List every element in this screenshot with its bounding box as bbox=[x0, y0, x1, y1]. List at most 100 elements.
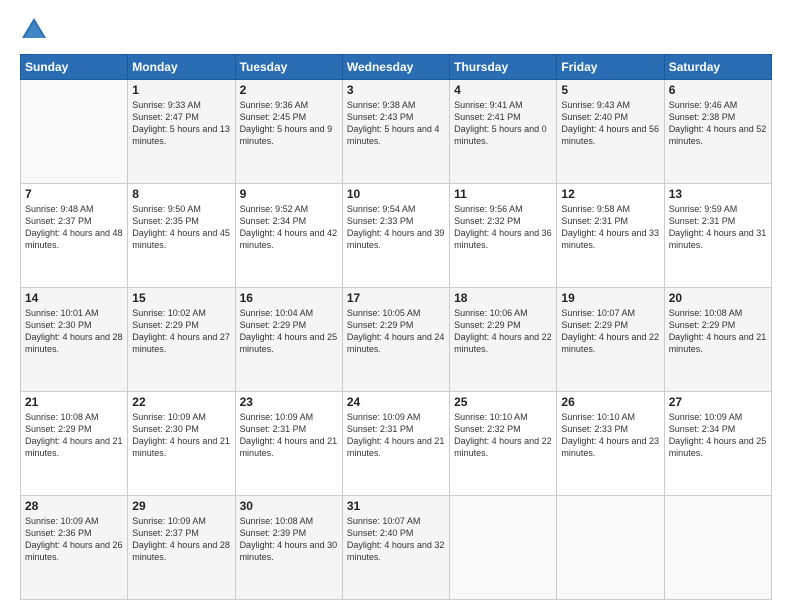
day-number: 18 bbox=[454, 291, 552, 305]
day-info: Sunrise: 10:05 AMSunset: 2:29 PMDaylight… bbox=[347, 307, 445, 356]
calendar-cell: 7 Sunrise: 9:48 AMSunset: 2:37 PMDaylight… bbox=[21, 184, 128, 288]
calendar-cell: 3 Sunrise: 9:38 AMSunset: 2:43 PMDaylight… bbox=[342, 80, 449, 184]
calendar-cell: 11Sunrise: 9:56 AMSunset: 2:32 PMDayligh… bbox=[450, 184, 557, 288]
day-info: Sunrise: 10:07 AMSunset: 2:29 PMDaylight… bbox=[561, 307, 659, 356]
day-info: Sunrise: 10:09 AMSunset: 2:36 PMDaylight… bbox=[25, 515, 123, 564]
week-row-4: 21 Sunrise: 10:08 AMSunset: 2:29 PMDaylig… bbox=[21, 392, 772, 496]
day-number: 30 bbox=[240, 499, 338, 513]
header bbox=[20, 16, 772, 44]
calendar-cell: 15 Sunrise: 10:02 AMSunset: 2:29 PMDaylig… bbox=[128, 288, 235, 392]
calendar-cell: 30 Sunrise: 10:08 AMSunset: 2:39 PMDaylig… bbox=[235, 496, 342, 600]
day-number: 23 bbox=[240, 395, 338, 409]
day-number: 19 bbox=[561, 291, 659, 305]
day-number: 7 bbox=[25, 187, 123, 201]
calendar-cell bbox=[450, 496, 557, 600]
day-info: Sunrise: 9:58 AMSunset: 2:31 PMDaylight:… bbox=[561, 203, 659, 252]
week-row-5: 28 Sunrise: 10:09 AMSunset: 2:36 PMDaylig… bbox=[21, 496, 772, 600]
day-info: Sunrise: 9:43 AMSunset: 2:40 PMDaylight:… bbox=[561, 99, 659, 148]
day-number: 25 bbox=[454, 395, 552, 409]
weekday-header-row: SundayMondayTuesdayWednesdayThursdayFrid… bbox=[21, 55, 772, 80]
calendar-table: SundayMondayTuesdayWednesdayThursdayFrid… bbox=[20, 54, 772, 600]
day-number: 2 bbox=[240, 83, 338, 97]
day-info: Sunrise: 10:09 AMSunset: 2:37 PMDaylight… bbox=[132, 515, 230, 564]
week-row-3: 14Sunrise: 10:01 AMSunset: 2:30 PMDaylig… bbox=[21, 288, 772, 392]
calendar-cell: 14Sunrise: 10:01 AMSunset: 2:30 PMDaylig… bbox=[21, 288, 128, 392]
week-row-1: 1 Sunrise: 9:33 AMSunset: 2:47 PMDaylight… bbox=[21, 80, 772, 184]
calendar-cell: 19 Sunrise: 10:07 AMSunset: 2:29 PMDaylig… bbox=[557, 288, 664, 392]
calendar-cell: 25Sunrise: 10:10 AMSunset: 2:32 PMDaylig… bbox=[450, 392, 557, 496]
day-info: Sunrise: 9:46 AMSunset: 2:38 PMDaylight:… bbox=[669, 99, 767, 148]
day-number: 4 bbox=[454, 83, 552, 97]
weekday-header-sunday: Sunday bbox=[21, 55, 128, 80]
day-number: 27 bbox=[669, 395, 767, 409]
calendar-cell bbox=[557, 496, 664, 600]
day-number: 17 bbox=[347, 291, 445, 305]
day-number: 21 bbox=[25, 395, 123, 409]
day-number: 12 bbox=[561, 187, 659, 201]
day-number: 1 bbox=[132, 83, 230, 97]
weekday-header-tuesday: Tuesday bbox=[235, 55, 342, 80]
day-info: Sunrise: 9:41 AMSunset: 2:41 PMDaylight:… bbox=[454, 99, 552, 148]
day-info: Sunrise: 10:04 AMSunset: 2:29 PMDaylight… bbox=[240, 307, 338, 356]
day-info: Sunrise: 10:09 AMSunset: 2:31 PMDaylight… bbox=[347, 411, 445, 460]
week-row-2: 7 Sunrise: 9:48 AMSunset: 2:37 PMDaylight… bbox=[21, 184, 772, 288]
day-info: Sunrise: 10:10 AMSunset: 2:33 PMDaylight… bbox=[561, 411, 659, 460]
day-number: 6 bbox=[669, 83, 767, 97]
calendar-cell bbox=[21, 80, 128, 184]
calendar-cell: 6 Sunrise: 9:46 AMSunset: 2:38 PMDaylight… bbox=[664, 80, 771, 184]
calendar-cell: 5Sunrise: 9:43 AMSunset: 2:40 PMDaylight… bbox=[557, 80, 664, 184]
weekday-header-friday: Friday bbox=[557, 55, 664, 80]
day-number: 31 bbox=[347, 499, 445, 513]
day-number: 13 bbox=[669, 187, 767, 201]
calendar-cell: 10Sunrise: 9:54 AMSunset: 2:33 PMDayligh… bbox=[342, 184, 449, 288]
day-number: 16 bbox=[240, 291, 338, 305]
day-number: 26 bbox=[561, 395, 659, 409]
day-info: Sunrise: 10:08 AMSunset: 2:29 PMDaylight… bbox=[25, 411, 123, 460]
day-info: Sunrise: 9:38 AMSunset: 2:43 PMDaylight:… bbox=[347, 99, 445, 148]
calendar-cell: 23 Sunrise: 10:09 AMSunset: 2:31 PMDaylig… bbox=[235, 392, 342, 496]
weekday-header-saturday: Saturday bbox=[664, 55, 771, 80]
day-info: Sunrise: 10:08 AMSunset: 2:39 PMDaylight… bbox=[240, 515, 338, 564]
day-info: Sunrise: 10:08 AMSunset: 2:29 PMDaylight… bbox=[669, 307, 767, 356]
calendar-cell: 27Sunrise: 10:09 AMSunset: 2:34 PMDaylig… bbox=[664, 392, 771, 496]
day-number: 3 bbox=[347, 83, 445, 97]
logo bbox=[20, 16, 52, 44]
day-number: 11 bbox=[454, 187, 552, 201]
calendar-cell: 1 Sunrise: 9:33 AMSunset: 2:47 PMDaylight… bbox=[128, 80, 235, 184]
calendar-cell: 22 Sunrise: 10:09 AMSunset: 2:30 PMDaylig… bbox=[128, 392, 235, 496]
day-number: 22 bbox=[132, 395, 230, 409]
day-info: Sunrise: 9:59 AMSunset: 2:31 PMDaylight:… bbox=[669, 203, 767, 252]
calendar-cell: 21 Sunrise: 10:08 AMSunset: 2:29 PMDaylig… bbox=[21, 392, 128, 496]
calendar-cell: 2Sunrise: 9:36 AMSunset: 2:45 PMDaylight… bbox=[235, 80, 342, 184]
day-number: 9 bbox=[240, 187, 338, 201]
day-info: Sunrise: 9:50 AMSunset: 2:35 PMDaylight:… bbox=[132, 203, 230, 252]
calendar-cell: 26 Sunrise: 10:10 AMSunset: 2:33 PMDaylig… bbox=[557, 392, 664, 496]
calendar-cell: 20Sunrise: 10:08 AMSunset: 2:29 PMDaylig… bbox=[664, 288, 771, 392]
day-number: 14 bbox=[25, 291, 123, 305]
calendar-cell: 4 Sunrise: 9:41 AMSunset: 2:41 PMDaylight… bbox=[450, 80, 557, 184]
day-info: Sunrise: 9:52 AMSunset: 2:34 PMDaylight:… bbox=[240, 203, 338, 252]
day-number: 8 bbox=[132, 187, 230, 201]
day-number: 29 bbox=[132, 499, 230, 513]
calendar-cell: 13 Sunrise: 9:59 AMSunset: 2:31 PMDayligh… bbox=[664, 184, 771, 288]
calendar-cell: 29 Sunrise: 10:09 AMSunset: 2:37 PMDaylig… bbox=[128, 496, 235, 600]
day-info: Sunrise: 10:09 AMSunset: 2:31 PMDaylight… bbox=[240, 411, 338, 460]
day-info: Sunrise: 10:02 AMSunset: 2:29 PMDaylight… bbox=[132, 307, 230, 356]
day-info: Sunrise: 9:48 AMSunset: 2:37 PMDaylight:… bbox=[25, 203, 123, 252]
day-info: Sunrise: 10:07 AMSunset: 2:40 PMDaylight… bbox=[347, 515, 445, 564]
logo-icon bbox=[20, 16, 48, 44]
calendar-cell: 9 Sunrise: 9:52 AMSunset: 2:34 PMDaylight… bbox=[235, 184, 342, 288]
day-number: 28 bbox=[25, 499, 123, 513]
day-number: 24 bbox=[347, 395, 445, 409]
calendar-cell: 16 Sunrise: 10:04 AMSunset: 2:29 PMDaylig… bbox=[235, 288, 342, 392]
weekday-header-thursday: Thursday bbox=[450, 55, 557, 80]
calendar-cell: 31 Sunrise: 10:07 AMSunset: 2:40 PMDaylig… bbox=[342, 496, 449, 600]
day-number: 15 bbox=[132, 291, 230, 305]
day-info: Sunrise: 10:09 AMSunset: 2:30 PMDaylight… bbox=[132, 411, 230, 460]
weekday-header-wednesday: Wednesday bbox=[342, 55, 449, 80]
day-info: Sunrise: 9:33 AMSunset: 2:47 PMDaylight:… bbox=[132, 99, 230, 148]
calendar-cell: 18 Sunrise: 10:06 AMSunset: 2:29 PMDaylig… bbox=[450, 288, 557, 392]
day-info: Sunrise: 10:06 AMSunset: 2:29 PMDaylight… bbox=[454, 307, 552, 356]
calendar-cell: 12 Sunrise: 9:58 AMSunset: 2:31 PMDayligh… bbox=[557, 184, 664, 288]
calendar-cell: 28 Sunrise: 10:09 AMSunset: 2:36 PMDaylig… bbox=[21, 496, 128, 600]
